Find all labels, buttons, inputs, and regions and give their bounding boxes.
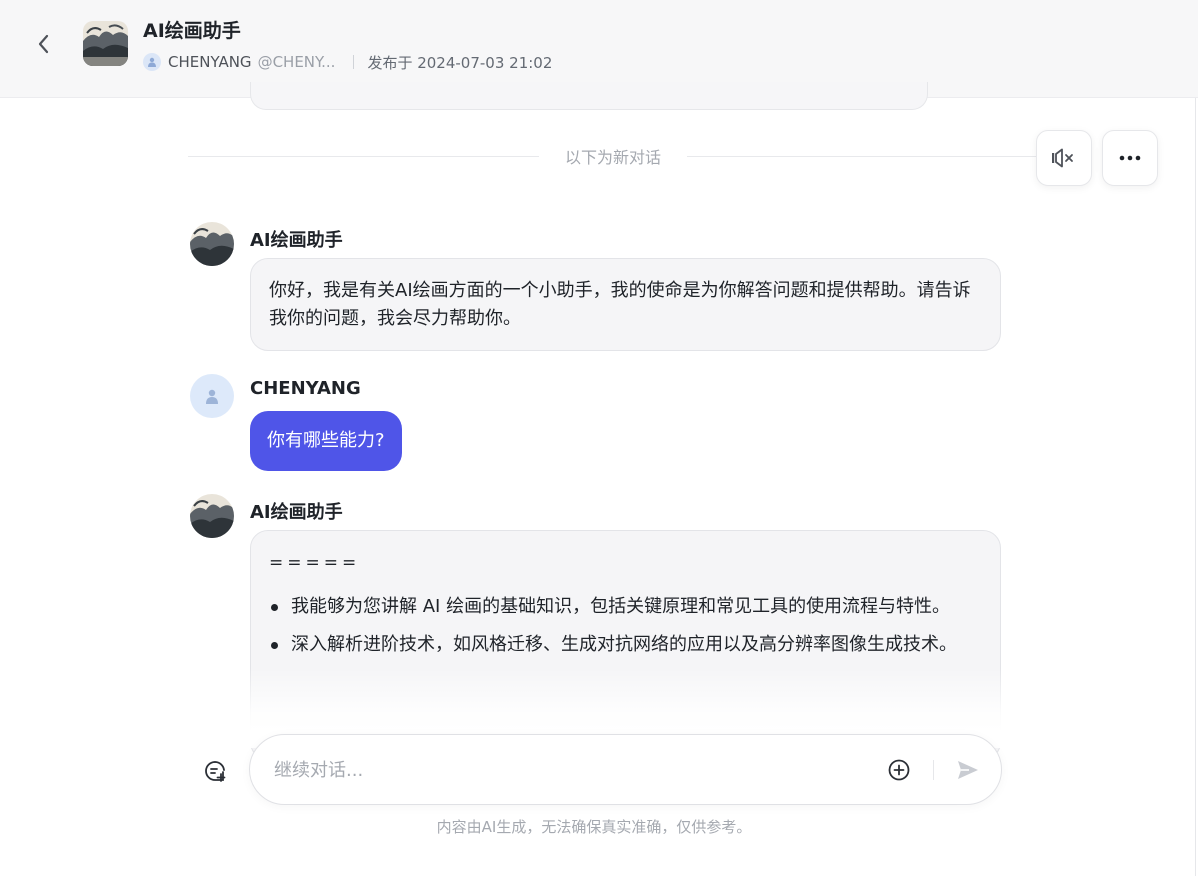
- new-chat-button[interactable]: [200, 756, 230, 786]
- author-meta: CHENYANG @CHENY... 发布于 2024-07-03 21:02: [143, 51, 552, 73]
- send-button[interactable]: [955, 757, 981, 783]
- sender-name: CHENYANG: [250, 378, 361, 399]
- chat-input[interactable]: [274, 753, 834, 787]
- new-chat-icon: [205, 761, 226, 782]
- bot-avatar: [190, 494, 234, 538]
- speaker-muted-icon: [1052, 148, 1073, 168]
- user-avatar: [190, 374, 234, 418]
- author-avatar: [143, 53, 161, 71]
- divider-line: [687, 155, 1039, 157]
- message-text: 你有哪些能力?: [267, 430, 385, 451]
- plus-circle-icon: [888, 759, 910, 781]
- message-lead: =====: [269, 553, 361, 573]
- previous-message-bubble: [250, 82, 928, 110]
- scrollbar-track[interactable]: [1195, 98, 1196, 876]
- back-button[interactable]: [30, 30, 58, 58]
- user-message-bubble: 你有哪些能力?: [250, 411, 402, 471]
- bot-message-bubble: 你好，我是有关AI绘画方面的一个小助手，我的使命是为你解答问题和提供帮助。请告诉…: [250, 258, 1001, 351]
- list-item: 我能够为您讲解 AI 绘画的基础知识，包括关键原理和常见工具的使用流程与特性。: [269, 593, 982, 621]
- chevron-left-icon: [38, 34, 49, 54]
- author-name[interactable]: CHENYANG: [168, 53, 252, 71]
- more-dots-icon: [1119, 155, 1141, 161]
- new-conversation-divider: 以下为新对话: [188, 144, 1039, 168]
- mute-button[interactable]: [1036, 130, 1092, 186]
- publish-date: 发布于 2024-07-03 21:02: [367, 53, 553, 72]
- sender-name: AI绘画助手: [250, 230, 343, 251]
- input-divider: [933, 760, 934, 780]
- send-icon: [958, 761, 978, 779]
- message-text: 你好，我是有关AI绘画方面的一个小助手，我的使命是为你解答问题和提供帮助。请告诉…: [269, 280, 971, 329]
- meta-divider: [353, 55, 355, 69]
- list-item: 深入解析进阶技术，如风格迁移、生成对抗网络的应用以及高分辨率图像生成技术。: [269, 631, 982, 659]
- user-icon: [148, 57, 156, 67]
- divider-line: [188, 155, 539, 157]
- attach-button[interactable]: [887, 758, 911, 782]
- author-handle: @CHENY...: [257, 53, 336, 71]
- more-options-button[interactable]: [1102, 130, 1158, 186]
- page-title: AI绘画助手: [143, 20, 241, 42]
- capability-list: 我能够为您讲解 AI 绘画的基础知识，包括关键原理和常见工具的使用流程与特性。 …: [269, 593, 982, 659]
- bot-avatar: [83, 21, 128, 66]
- sender-name: AI绘画助手: [250, 502, 343, 523]
- divider-label: 以下为新对话: [565, 148, 662, 167]
- user-icon: [206, 389, 218, 404]
- ai-disclaimer: 内容由AI生成，无法确保真实准确，仅供参考。: [436, 818, 752, 836]
- chat-input-box: [249, 734, 1002, 805]
- bot-avatar: [190, 222, 234, 266]
